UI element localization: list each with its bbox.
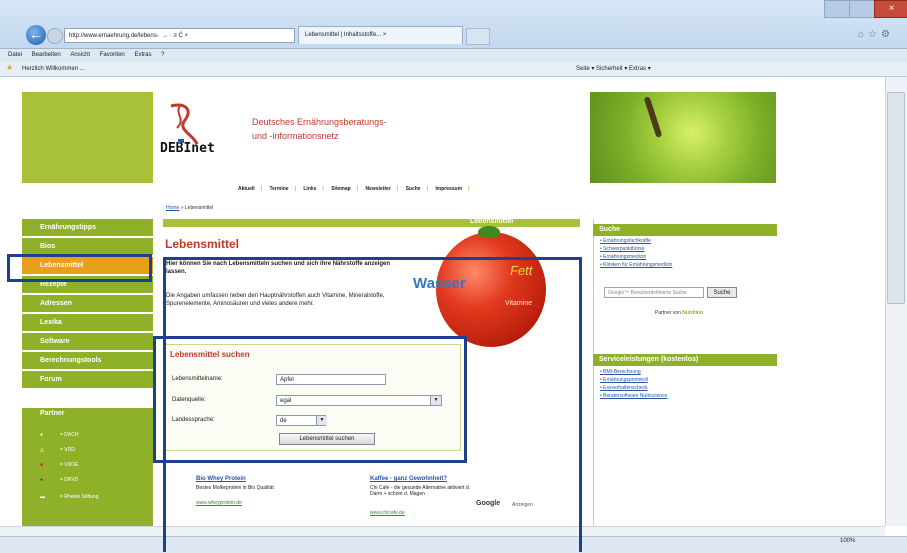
sidebar-link[interactable]: • BMI-Berechnung [600, 369, 641, 375]
menu-item-ansicht[interactable]: Ansicht [70, 52, 90, 58]
favorites-bar [0, 62, 907, 77]
topnav-suche[interactable]: Suche [406, 186, 421, 192]
nav-item-berechnungstools[interactable]: Berechnungstools [22, 352, 153, 371]
topnav-links[interactable]: Links [303, 186, 316, 192]
nav-item-lexika[interactable]: Lexika [22, 314, 153, 333]
custom-search-button[interactable]: Suche [707, 287, 737, 298]
partner-logo-drvd[interactable]: ● = DRVD [40, 477, 150, 483]
left-navigation: Ernährungstipps Bios Lebensmittel Rezept… [22, 219, 153, 390]
nav-item-adressen[interactable]: Adressen [22, 295, 153, 314]
nav-item-ernaehrungstipps[interactable]: Ernährungstipps [22, 219, 153, 238]
new-tab-button[interactable] [466, 28, 490, 45]
partner-of-row: Partner von Nutrition [655, 310, 703, 316]
breadcrumb: Home » Lebensmittel [166, 205, 214, 211]
menu-item-bearbeiten[interactable]: Bearbeiten [32, 52, 61, 58]
browser-toolbar-icons: ⌂☆⚙ [858, 29, 894, 40]
menu-item-favoriten[interactable]: Favoriten [100, 52, 125, 58]
custom-search-input[interactable]: Google™ Benutzerdefinierte Suche [604, 287, 704, 298]
topnav-newsletter[interactable]: Newsletter [365, 186, 390, 192]
scrollbar-thumb[interactable] [887, 92, 905, 304]
forward-button[interactable] [47, 28, 63, 44]
home-icon[interactable]: ⌂ [858, 29, 868, 40]
partner-of-label: Partner von [655, 310, 681, 316]
breadcrumb-current: Lebensmittel [184, 205, 214, 211]
apple-image [590, 92, 776, 183]
page-margin-right [777, 92, 885, 526]
logo-accent [178, 139, 184, 143]
sidebar-link[interactable]: • Kliniken für Ernährungsmedizin [600, 262, 672, 268]
gear-icon[interactable]: ⚙ [881, 29, 894, 40]
minimize-button[interactable] [824, 0, 850, 18]
sidebar-link[interactable]: • Ernährungsfachkräfte [600, 238, 651, 244]
partner-logo-vdoe[interactable]: ■ = VDOE [40, 462, 150, 468]
browser-tab-active[interactable]: Lebensmittel | Inhaltsstoffe... × [298, 26, 463, 44]
partner-title: Partner [40, 410, 65, 417]
partner-brand[interactable]: Nutrition [682, 310, 703, 316]
topnav-aktuell[interactable]: Aktuell [238, 186, 255, 192]
topnav-impressum[interactable]: Impressum [435, 186, 462, 192]
partner-logo-stiftung[interactable]: ▬ = Rheine Stiftung [40, 494, 150, 500]
site-tagline-line1: Deutsches Ernährungsberatungs- [252, 117, 387, 127]
menu-bar: Datei Bearbeiten Ansicht Favoriten Extra… [0, 49, 907, 62]
header-green-block [22, 92, 153, 183]
command-bar[interactable]: Seite ▾ Sicherheit ▾ Extras ▾ [576, 63, 651, 76]
sidebar-search-header: Suche [593, 224, 777, 236]
menu-item-datei[interactable]: Datei [8, 52, 22, 58]
address-bar[interactable]: http://www.ernaehrung.de/lebens- → · ≡ Ć… [64, 28, 295, 43]
topnav-termine[interactable]: Termine [269, 186, 288, 192]
sidebar-link[interactable]: • Essverhaltenscheck [600, 385, 648, 391]
partner-logo-vdd[interactable]: △ = VDD [40, 447, 150, 453]
nav-item-forum[interactable]: Forum [22, 371, 153, 390]
sidebar-link[interactable]: • Ernährungsmedizin [600, 254, 646, 260]
maximize-button[interactable] [849, 0, 875, 18]
site-header [153, 92, 590, 183]
close-window-button[interactable]: × [874, 0, 907, 18]
content-section-header: Lebensmittel [470, 218, 514, 225]
content-header-bar [163, 219, 580, 227]
sidebar-link[interactable]: • Schwerpunktbörse [600, 246, 645, 252]
top-navigation: Aktuell | Termine | Links | Sitemap | Newsle… [238, 186, 470, 192]
partner-logo-dach[interactable]: ● = DACH [40, 432, 150, 438]
window-controls: × [824, 0, 907, 18]
favorites-star-icon[interactable]: ★ [6, 63, 13, 72]
site-logo[interactable]: DEBInet [160, 141, 215, 156]
sidebar-service-header: Serviceleistungen (kostenlos) [593, 354, 777, 366]
back-button[interactable]: ← [26, 25, 46, 45]
favorite-link[interactable]: Herzlich Willkommen ... [22, 63, 85, 76]
sidebar-link[interactable]: • Beratersoftware Nutriscience [600, 393, 667, 399]
breadcrumb-home-link[interactable]: Home [166, 205, 179, 211]
favorites-star-icon[interactable]: ☆ [868, 29, 881, 40]
highlight-box-nav [7, 254, 152, 282]
menu-item-help[interactable]: ? [161, 52, 164, 58]
topnav-sitemap[interactable]: Sitemap [331, 186, 350, 192]
nav-item-software[interactable]: Software [22, 333, 153, 352]
page-title: Lebensmittel [165, 237, 240, 251]
sidebar-link[interactable]: • Ernährungsprotokoll [600, 377, 648, 383]
site-tagline-line2: und -informationsnetz [252, 131, 339, 141]
logo-swirl-icon [170, 103, 199, 145]
tomato-stem [478, 226, 500, 238]
highlight-box-content [163, 257, 582, 552]
zoom-level[interactable]: 100% [840, 538, 855, 544]
menu-item-extras[interactable]: Extras [134, 52, 151, 58]
